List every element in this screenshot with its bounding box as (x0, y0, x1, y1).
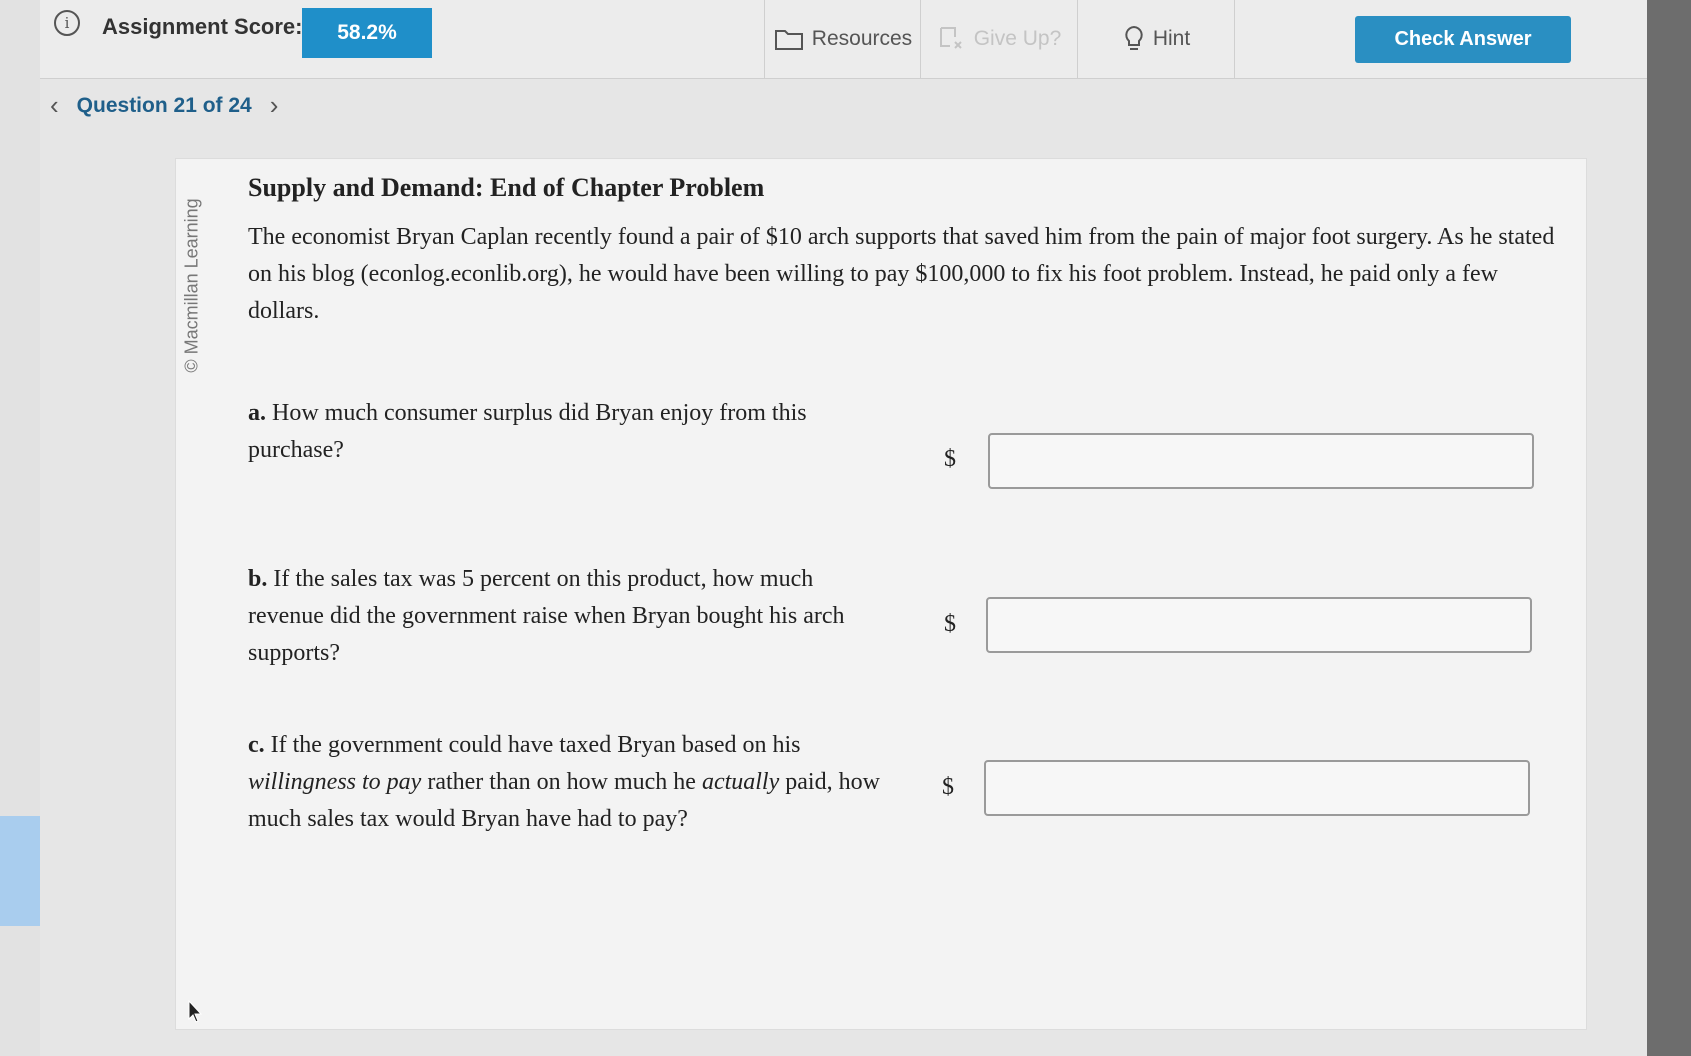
question-b-text: If the sales tax was 5 percent on this p… (248, 566, 845, 666)
app-window: i Assignment Score: 58.2% Resources Give… (40, 0, 1647, 1056)
question-b-letter: b. (248, 566, 268, 592)
folder-icon (774, 30, 803, 50)
question-b-currency: $ (944, 611, 956, 637)
next-question-icon[interactable]: › (270, 90, 279, 121)
previous-question-icon[interactable]: ‹ (50, 90, 59, 121)
give-up-icon (939, 27, 962, 49)
assignment-score-badge: 58.2% (302, 8, 432, 58)
top-toolbar: i Assignment Score: 58.2% Resources Give… (40, 0, 1647, 79)
copyright-credit: © Macmillan Learning (181, 197, 202, 373)
give-up-button[interactable]: Give Up? (920, 0, 1078, 78)
assignment-score-label: Assignment Score: (102, 14, 303, 39)
left-panel-accent (0, 816, 42, 926)
answer-a-input[interactable] (988, 433, 1534, 489)
question-navigation: ‹ Question 21 of 24 › (50, 90, 278, 121)
problem-intro: The economist Bryan Caplan recently foun… (248, 224, 1555, 324)
answer-c-input[interactable] (984, 760, 1530, 816)
question-c-text-mid: rather than on how much he (421, 769, 702, 795)
question-a-letter: a. (248, 400, 266, 426)
question-card: © Macmillan Learning Supply and Demand: … (175, 158, 1587, 1030)
resources-button[interactable]: Resources (764, 0, 921, 78)
lightbulb-icon (1125, 25, 1143, 50)
check-answer-button[interactable]: Check Answer (1355, 16, 1571, 63)
hint-label: Hint (1152, 27, 1191, 50)
question-a-currency: $ (944, 446, 956, 472)
hint-button[interactable]: Hint (1077, 0, 1235, 78)
question-c-currency: $ (942, 774, 954, 800)
question-b: b. If the sales tax was 5 percent on thi… (248, 561, 888, 672)
give-up-label: Give Up? (973, 27, 1062, 50)
question-c-letter: c. (248, 732, 265, 758)
mouse-cursor-icon (188, 1000, 203, 1023)
question-c: c. If the government could have taxed Br… (248, 727, 888, 838)
answer-b-input[interactable] (986, 597, 1532, 653)
right-screen-edge (1647, 0, 1691, 1056)
problem-title: Supply and Demand: End of Chapter Proble… (248, 173, 765, 202)
question-a-text: How much consumer surplus did Bryan enjo… (248, 400, 807, 463)
resources-label: Resources (811, 27, 913, 50)
question-c-text-before: If the government could have taxed Bryan… (270, 732, 801, 758)
question-c-emphasis-willingness: willingness to pay (248, 769, 422, 795)
question-counter: Question 21 of 24 (76, 93, 252, 117)
info-icon[interactable]: i (54, 10, 80, 36)
question-c-emphasis-actually: actually (701, 769, 780, 795)
question-a: a. How much consumer surplus did Bryan e… (248, 395, 888, 469)
